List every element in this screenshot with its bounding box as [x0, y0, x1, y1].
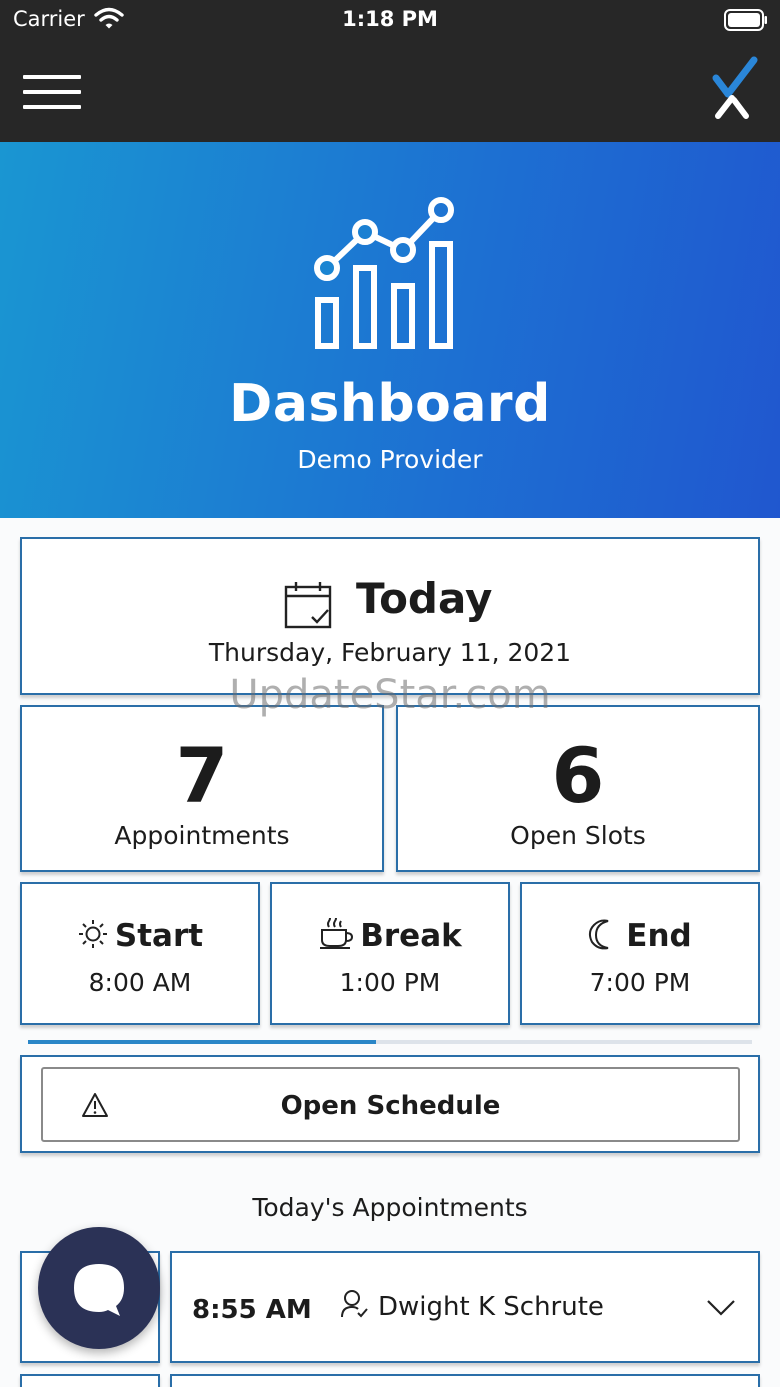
- break-time-card[interactable]: Break 1:00 PM: [270, 882, 510, 1025]
- page-title: Dashboard: [229, 374, 551, 434]
- chat-button[interactable]: [38, 1227, 160, 1349]
- appointments-label: Appointments: [114, 821, 290, 850]
- status-bar: Carrier 1:18 PM: [0, 0, 780, 40]
- end-label: End: [626, 918, 692, 954]
- chevron-down-icon[interactable]: [706, 1299, 736, 1317]
- x-check-logo: [712, 56, 758, 119]
- provider-name: Demo Provider: [297, 445, 483, 474]
- today-title: Today: [356, 574, 493, 623]
- appointment-row[interactable]: [170, 1374, 760, 1387]
- hamburger-icon[interactable]: [23, 75, 81, 109]
- open-schedule-card: Open Schedule: [20, 1055, 760, 1153]
- sun-icon: [78, 920, 107, 948]
- appointment-status-cell[interactable]: [20, 1374, 160, 1387]
- coffee-cup-icon: [320, 915, 354, 949]
- start-label: Start: [114, 918, 204, 954]
- start-time: 8:00 AM: [88, 968, 192, 997]
- break-time: 1:00 PM: [339, 968, 441, 997]
- open-slots-count: 6: [551, 731, 605, 820]
- today-card[interactable]: Today Thursday, February 11, 2021: [20, 537, 760, 695]
- appointment-time: 8:55 AM: [192, 1295, 312, 1325]
- end-time: 7:00 PM: [589, 968, 691, 997]
- nav-bar: [0, 40, 780, 142]
- open-slots-label: Open Slots: [510, 821, 646, 850]
- chat-bubble-icon: [74, 1264, 124, 1316]
- appointment-row[interactable]: 8:55 AM Dwight K Schrute: [170, 1251, 760, 1363]
- chart-icon: [314, 197, 454, 349]
- open-schedule-button[interactable]: Open Schedule: [41, 1067, 740, 1142]
- appointments-count: 7: [175, 731, 229, 820]
- end-time-card[interactable]: End 7:00 PM: [520, 882, 760, 1025]
- day-progress-bar: [28, 1040, 752, 1044]
- open-schedule-label: Open Schedule: [280, 1091, 501, 1121]
- start-time-card[interactable]: Start 8:00 AM: [20, 882, 260, 1025]
- day-progress-fill: [28, 1040, 376, 1044]
- battery-icon: [724, 9, 767, 31]
- dashboard-hero: Dashboard Demo Provider: [0, 142, 780, 518]
- open-slots-card[interactable]: 6 Open Slots: [396, 705, 760, 872]
- appointments-section-title: Today's Appointments: [252, 1193, 528, 1222]
- calendar-check-icon: [284, 582, 332, 629]
- clock: 1:18 PM: [342, 7, 438, 31]
- appointments-count-card[interactable]: 7 Appointments: [20, 705, 384, 872]
- break-label: Break: [360, 918, 462, 954]
- moon-icon: [589, 919, 609, 950]
- today-date: Thursday, February 11, 2021: [208, 638, 572, 667]
- person-icon: [341, 1290, 368, 1318]
- patient-name: Dwight K Schrute: [378, 1292, 604, 1322]
